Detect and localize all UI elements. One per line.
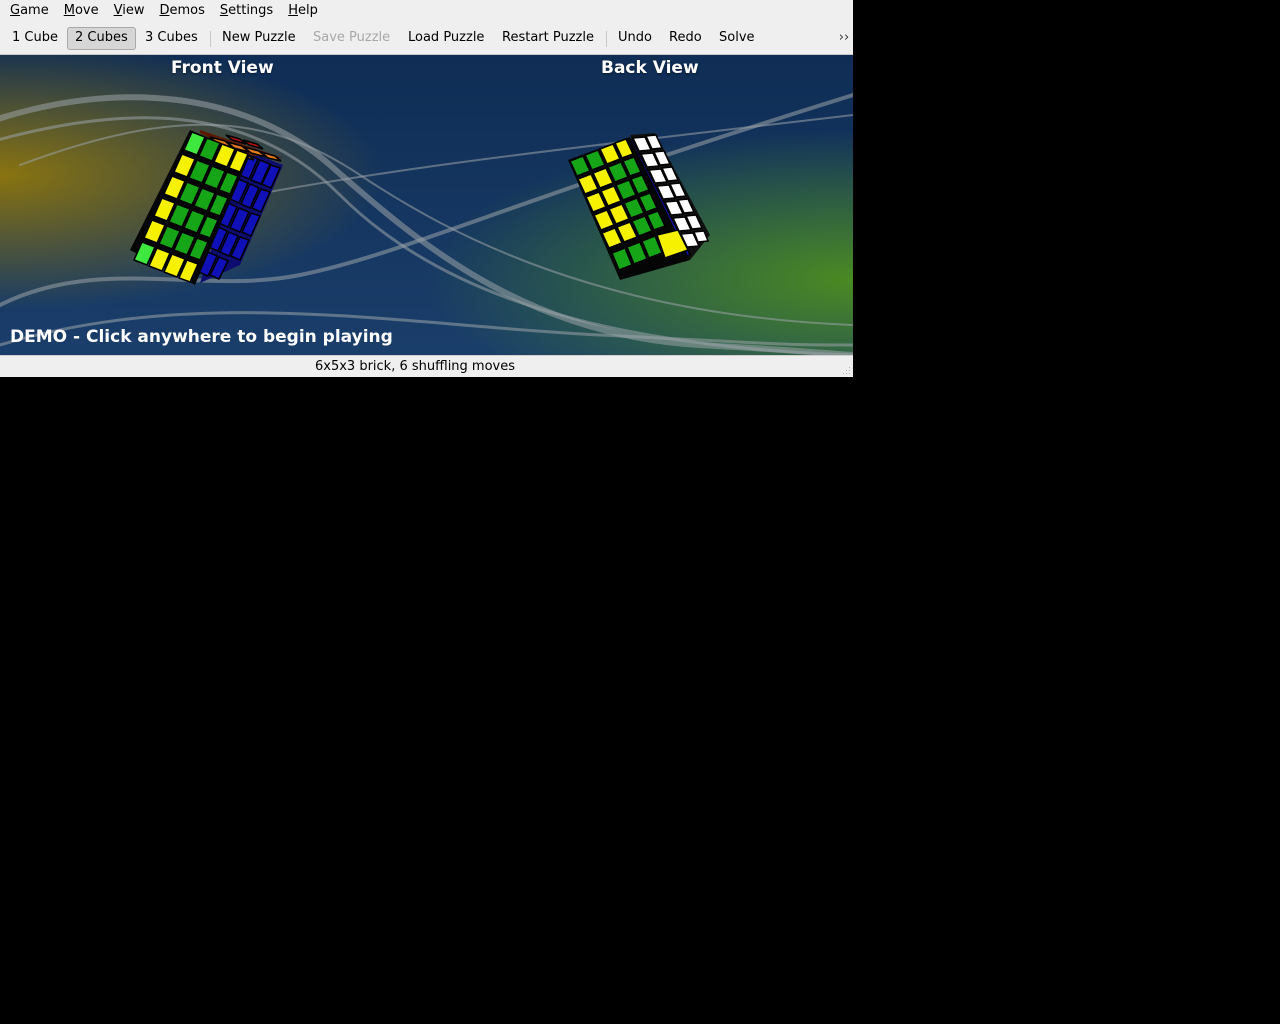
front-view-cube xyxy=(130,130,283,285)
new-puzzle-button[interactable]: New Puzzle xyxy=(215,27,303,50)
two-cubes-button[interactable]: 2 Cubes xyxy=(67,27,136,50)
solve-button[interactable]: Solve xyxy=(712,27,762,50)
app-window: Game Move View Demos Settings Help 1 Cub… xyxy=(0,0,853,377)
menu-game[interactable]: Game xyxy=(5,0,54,22)
one-cube-button[interactable]: 1 Cube xyxy=(5,27,65,50)
resize-grip-icon[interactable] xyxy=(841,365,851,375)
toolbar-separator xyxy=(210,31,211,47)
back-view-cube xyxy=(568,133,710,280)
save-puzzle-button[interactable]: Save Puzzle xyxy=(306,27,397,50)
menu-bar: Game Move View Demos Settings Help xyxy=(0,0,853,22)
three-cubes-button[interactable]: 3 Cubes xyxy=(138,27,205,50)
redo-button[interactable]: Redo xyxy=(662,27,709,50)
menu-help[interactable]: Help xyxy=(283,0,323,22)
cube-graphics xyxy=(130,130,710,285)
front-view-title: Front View xyxy=(171,58,274,78)
toolbar-separator xyxy=(606,31,607,47)
puzzle-canvas[interactable]: Front View Back View DEMO - Click anywhe… xyxy=(0,55,853,355)
status-text: 6x5x3 brick, 6 shuffling moves xyxy=(314,359,516,374)
menu-settings[interactable]: Settings xyxy=(215,0,278,22)
menu-demos[interactable]: Demos xyxy=(154,0,209,22)
demo-message: DEMO - Click anywhere to begin playing xyxy=(10,327,393,347)
status-bar: 6x5x3 brick, 6 shuffling moves xyxy=(0,355,853,377)
toolbar: 1 Cube 2 Cubes 3 Cubes New Puzzle Save P… xyxy=(0,22,853,55)
undo-button[interactable]: Undo xyxy=(611,27,659,50)
menu-view[interactable]: View xyxy=(109,0,150,22)
back-view-title: Back View xyxy=(601,58,699,78)
load-puzzle-button[interactable]: Load Puzzle xyxy=(401,27,491,50)
toolbar-overflow-icon[interactable]: ›› xyxy=(837,27,851,50)
restart-puzzle-button[interactable]: Restart Puzzle xyxy=(495,27,601,50)
menu-move[interactable]: Move xyxy=(59,0,104,22)
